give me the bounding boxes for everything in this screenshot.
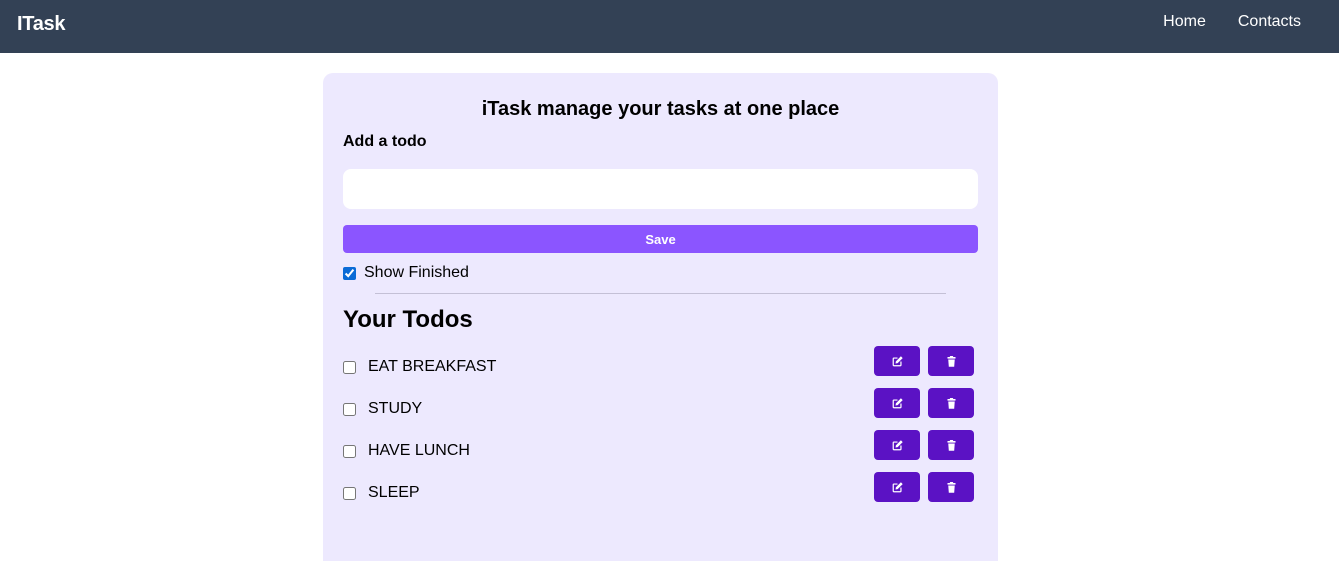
navbar: ITask Home Contacts xyxy=(0,0,1339,53)
nav-links: Home Contacts xyxy=(1163,13,1301,31)
edit-icon xyxy=(892,355,903,366)
show-finished-label: Show Finished xyxy=(364,264,469,281)
trash-icon xyxy=(946,439,956,451)
delete-button[interactable] xyxy=(928,472,974,502)
trash-icon xyxy=(946,397,956,409)
delete-button[interactable] xyxy=(928,430,974,460)
brand-logo[interactable]: ITask xyxy=(17,12,65,36)
show-finished-toggle[interactable]: Show Finished xyxy=(343,264,469,282)
todo-actions xyxy=(874,430,974,460)
todo-item: HAVE LUNCH xyxy=(343,430,978,472)
trash-icon xyxy=(946,481,956,493)
trash-icon xyxy=(946,355,956,367)
todos-title: Your Todos xyxy=(343,306,473,333)
edit-button[interactable] xyxy=(874,472,920,502)
edit-button[interactable] xyxy=(874,388,920,418)
nav-contacts-link[interactable]: Contacts xyxy=(1238,13,1301,31)
delete-button[interactable] xyxy=(928,346,974,376)
page-title: iTask manage your tasks at one place xyxy=(481,98,840,120)
edit-icon xyxy=(892,439,903,450)
todo-item: EAT BREAKFAST xyxy=(343,346,978,388)
todo-actions xyxy=(874,388,974,418)
todo-input[interactable] xyxy=(343,169,978,209)
todo-item: STUDY xyxy=(343,388,978,430)
todo-list: EAT BREAKFAST STUDY HAVE LUNCH SLEEP xyxy=(343,346,978,514)
todo-checkbox[interactable] xyxy=(343,360,356,374)
todo-text: SLEEP xyxy=(368,484,420,501)
todo-checkbox[interactable] xyxy=(343,444,356,458)
divider xyxy=(375,293,946,294)
todo-checkbox[interactable] xyxy=(343,486,356,500)
todo-text: EAT BREAKFAST xyxy=(368,358,497,375)
todo-item: SLEEP xyxy=(343,472,978,514)
todo-checkbox[interactable] xyxy=(343,402,356,416)
todo-actions xyxy=(874,346,974,376)
todo-text: HAVE LUNCH xyxy=(368,442,470,459)
edit-button[interactable] xyxy=(874,430,920,460)
save-button[interactable]: Save xyxy=(343,225,978,253)
todo-card: iTask manage your tasks at one place Add… xyxy=(323,73,998,561)
edit-icon xyxy=(892,481,903,492)
add-todo-label: Add a todo xyxy=(343,133,427,150)
nav-home-link[interactable]: Home xyxy=(1163,13,1206,31)
show-finished-checkbox[interactable] xyxy=(343,266,356,280)
edit-icon xyxy=(892,397,903,408)
todo-text: STUDY xyxy=(368,400,423,417)
todo-actions xyxy=(874,472,974,502)
delete-button[interactable] xyxy=(928,388,974,418)
edit-button[interactable] xyxy=(874,346,920,376)
